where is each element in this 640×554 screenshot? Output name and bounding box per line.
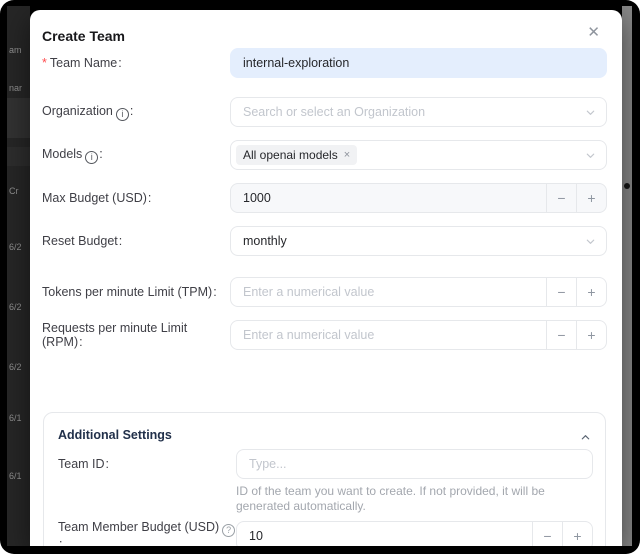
organization-row: Organizationi: Search or select an Organ… (42, 97, 607, 127)
team-id-row: Team ID: ID of the team you want to crea… (58, 449, 593, 514)
team-member-budget-stepper: − + (236, 521, 593, 547)
models-row: Modelsi: All openai models × (42, 140, 607, 170)
required-asterisk: * (42, 56, 47, 70)
scrollbar-dot (624, 183, 630, 189)
tpm-stepper: − + (230, 277, 607, 307)
organization-select[interactable]: Search or select an Organization (230, 97, 607, 127)
backdrop-text-fragment: nar (9, 83, 22, 93)
tpm-label: Tokens per minute Limit (TPM): (42, 285, 230, 299)
modal-title: Create Team (42, 28, 125, 44)
info-icon: i (116, 108, 129, 121)
rpm-label: Requests per minute Limit (RPM): (42, 321, 230, 349)
team-name-input[interactable] (230, 48, 607, 78)
team-id-label: Team ID: (58, 449, 236, 471)
dimmed-background-right (622, 6, 632, 546)
info-icon: i (85, 151, 98, 164)
additional-settings-header[interactable]: Additional Settings (58, 425, 593, 445)
increment-button[interactable]: + (577, 278, 606, 306)
model-tag: All openai models × (236, 145, 357, 165)
backdrop-text-fragment: 6/1 (9, 413, 22, 423)
close-icon[interactable]: ✕ (587, 24, 600, 42)
decrement-button[interactable]: − (547, 321, 576, 349)
tpm-row: Tokens per minute Limit (TPM): − + (42, 277, 607, 307)
modal-header: Create Team ✕ (42, 26, 607, 46)
decrement-button[interactable]: − (547, 278, 576, 306)
team-member-budget-label: Team Member Budget (USD)?: (58, 520, 236, 546)
organization-placeholder: Search or select an Organization (243, 105, 425, 119)
team-name-row: *Team Name: (42, 48, 607, 78)
decrement-button[interactable]: − (533, 522, 562, 547)
reset-budget-row: Reset Budget: monthly (42, 226, 607, 256)
rpm-row: Requests per minute Limit (RPM): − + (42, 320, 607, 350)
decrement-button[interactable]: − (547, 184, 576, 212)
tag-remove-icon[interactable]: × (344, 149, 350, 161)
models-label: Modelsi: (42, 147, 230, 164)
increment-button[interactable]: + (577, 184, 606, 212)
dimmed-background-row (7, 147, 30, 166)
increment-button[interactable]: + (577, 321, 606, 349)
backdrop-text-fragment: 6/2 (9, 302, 22, 312)
increment-button[interactable]: + (563, 522, 592, 547)
backdrop-text-fragment: am (9, 45, 22, 55)
question-icon: ? (222, 524, 235, 537)
rpm-stepper: − + (230, 320, 607, 350)
backdrop-text-fragment: 6/2 (9, 242, 22, 252)
chevron-down-icon (585, 150, 596, 164)
team-id-input[interactable] (236, 449, 593, 479)
max-budget-input[interactable] (231, 184, 546, 212)
chevron-up-icon[interactable] (580, 430, 591, 448)
rpm-input[interactable] (231, 321, 546, 349)
team-member-budget-row: Team Member Budget (USD)?: − + (58, 520, 593, 546)
backdrop-text-fragment: 6/1 (9, 471, 22, 481)
additional-settings-title: Additional Settings (58, 428, 172, 442)
max-budget-label: Max Budget (USD): (42, 191, 230, 205)
additional-settings-card: Additional Settings Team ID: ID of the t… (43, 412, 606, 546)
reset-budget-select[interactable]: monthly (230, 226, 607, 256)
max-budget-stepper: − + (230, 183, 607, 213)
backdrop-text-fragment: 6/2 (9, 362, 22, 372)
chevron-down-icon (585, 236, 596, 250)
tpm-input[interactable] (231, 278, 546, 306)
team-name-label: *Team Name: (42, 56, 230, 70)
max-budget-row: Max Budget (USD): − + (42, 183, 607, 213)
chevron-down-icon (585, 107, 596, 121)
team-member-budget-input[interactable] (237, 522, 532, 547)
create-team-modal: Create Team ✕ *Team Name: Organizationi:… (30, 10, 622, 546)
window: am nar Cr 6/2 6/2 6/2 6/1 6/1 Create Tea… (0, 0, 640, 554)
reset-budget-label: Reset Budget: (42, 234, 230, 248)
reset-budget-value: monthly (243, 234, 287, 248)
backdrop-text-fragment: Cr (9, 186, 19, 196)
models-select[interactable]: All openai models × (230, 140, 607, 170)
dimmed-background-row (7, 98, 30, 138)
organization-label: Organizationi: (42, 104, 230, 121)
team-id-help-text: ID of the team you want to create. If no… (236, 484, 593, 514)
